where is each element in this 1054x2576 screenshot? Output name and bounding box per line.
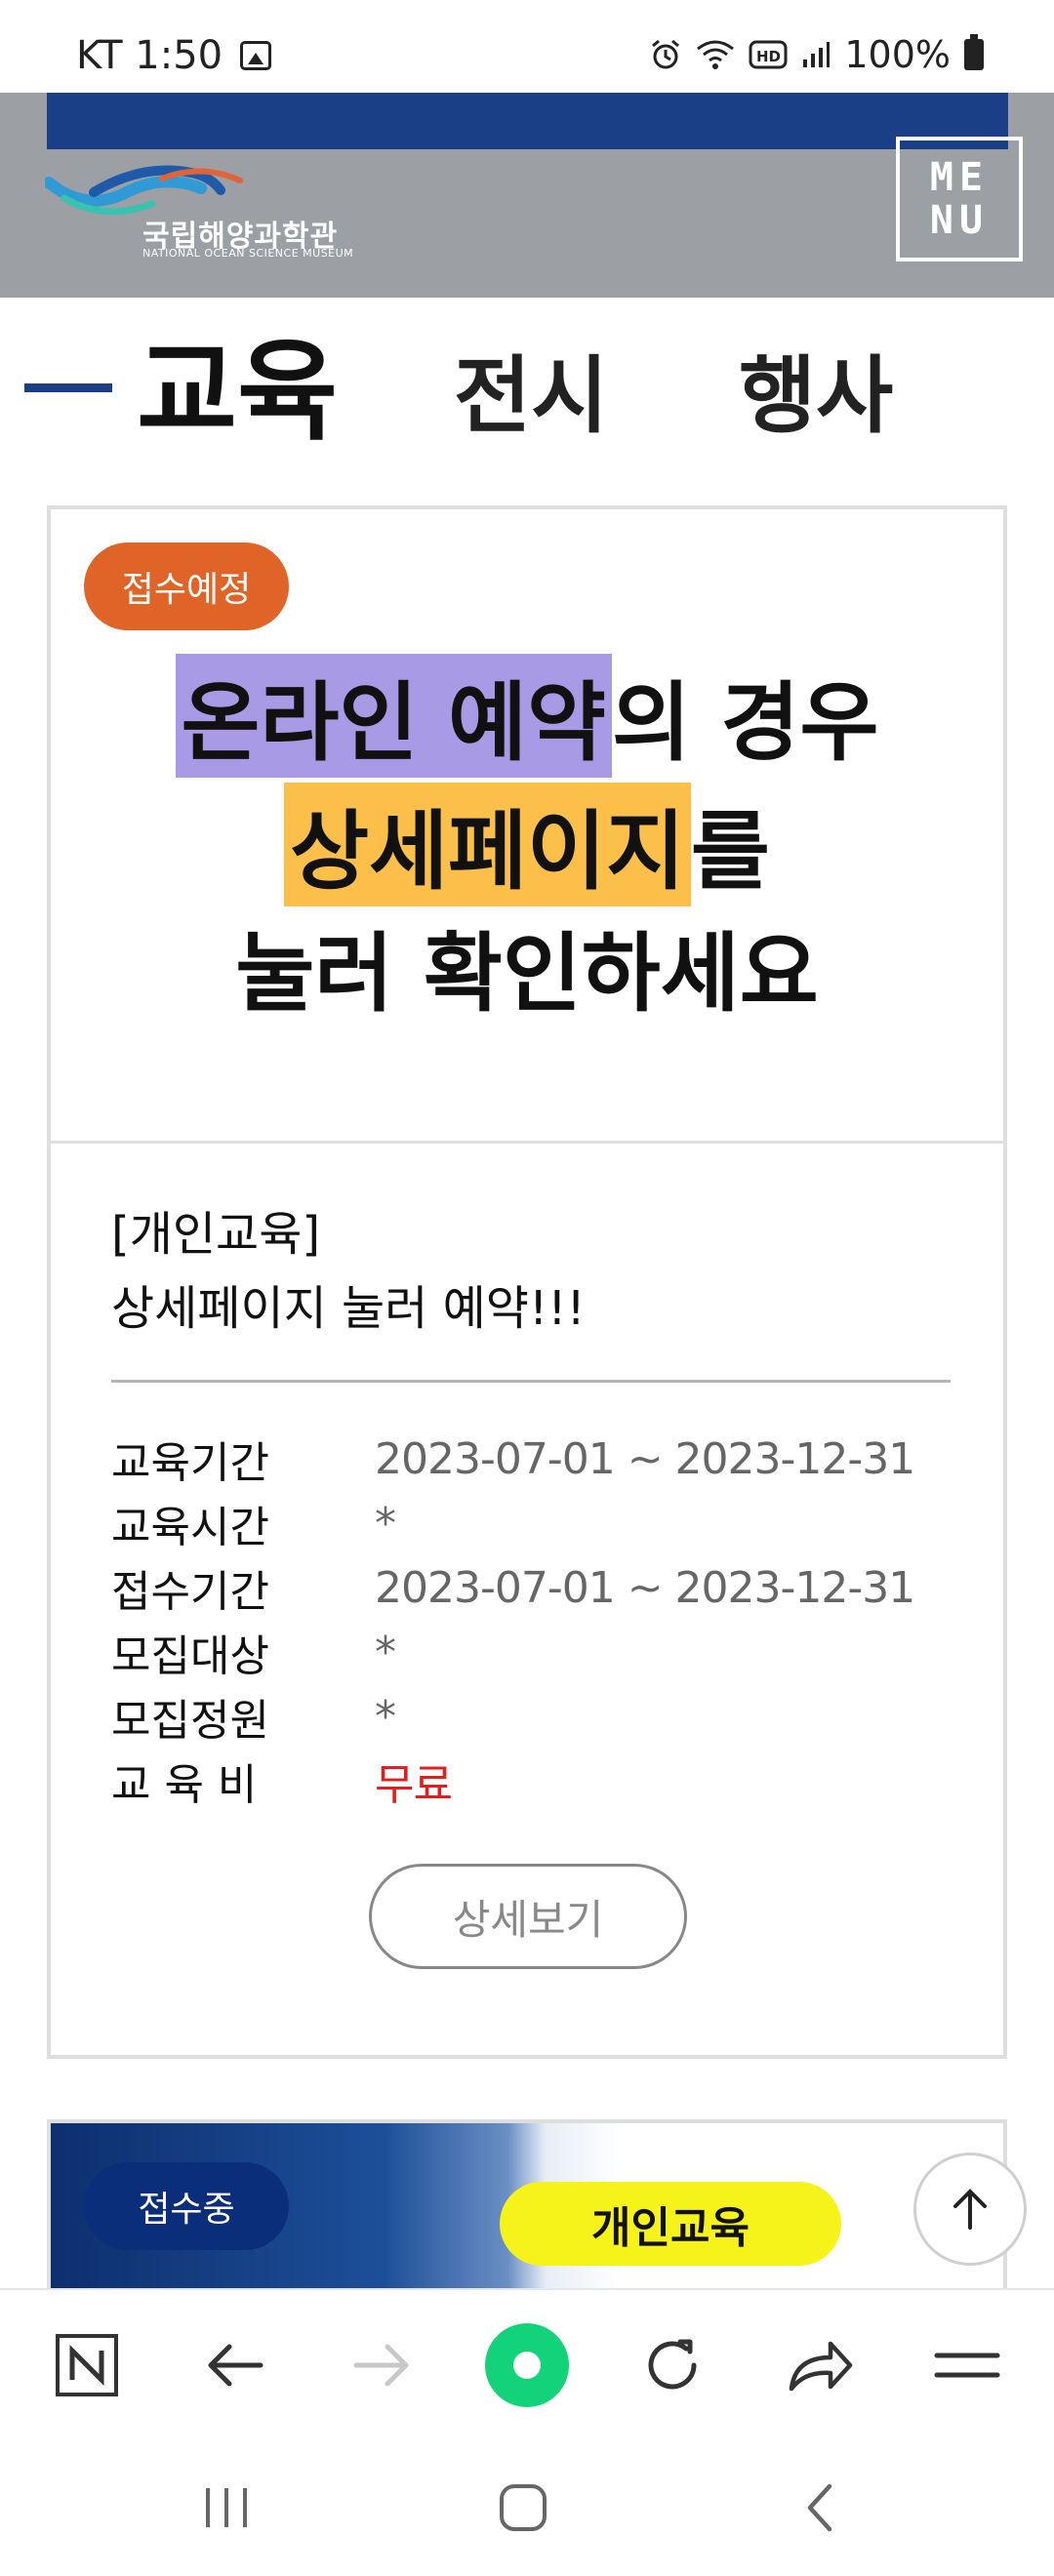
info-value: * <box>375 1498 396 1549</box>
info-label: 교육시간 <box>111 1503 269 1552</box>
menu-label-1: ME <box>929 155 990 200</box>
active-tab-indicator <box>24 383 112 392</box>
menu-button[interactable]: ME NU <box>896 137 1023 262</box>
browser-toolbar <box>0 2288 1054 2439</box>
status-badge: 접수예정 <box>84 543 289 630</box>
home-icon <box>500 2484 547 2531</box>
refresh-button[interactable] <box>628 2321 716 2409</box>
nav-back-button[interactable] <box>781 2469 859 2547</box>
info-value: * <box>375 1691 396 1742</box>
share-icon <box>789 2341 853 2392</box>
system-nav-bar <box>0 2439 1054 2576</box>
status-left: KT 1:50 <box>76 33 272 78</box>
info-value: * <box>375 1627 396 1677</box>
svg-text:HD: HD <box>756 48 781 65</box>
promo-line-1: 온라인 예약의 경우 <box>51 654 1003 778</box>
program-card[interactable]: 접수예정 온라인 예약의 경우 상세페이지를 눌러 확인하세요 [개인교육] 상… <box>47 505 1007 2059</box>
wifi-icon <box>697 40 735 69</box>
info-label: 모집대상 <box>111 1631 269 1681</box>
carrier-time: KT 1:50 <box>76 33 223 78</box>
card-thumbnail[interactable]: 접수예정 온라인 예약의 경우 상세페이지를 눌러 확인하세요 <box>51 509 1003 1144</box>
tab-event[interactable]: 행사 <box>739 327 893 449</box>
tab-education[interactable]: 교육 <box>137 303 338 462</box>
info-row-period: 교육기간 2023-07-01 ~ 2023-12-31 <box>111 1427 951 1491</box>
info-label: 교육기간 <box>111 1438 269 1488</box>
info-row-target: 모집대상 * <box>111 1620 951 1684</box>
menu-hamburger-button[interactable] <box>923 2321 1011 2409</box>
arrow-left-icon <box>208 2344 264 2387</box>
status-right: HD 100% <box>649 33 984 76</box>
signal-icon <box>803 42 831 67</box>
view-details-button[interactable]: 상세보기 <box>369 1864 687 1969</box>
home-button[interactable] <box>484 2469 562 2547</box>
image-icon <box>240 41 272 70</box>
program-category: [개인교육] <box>111 1207 321 1262</box>
hamburger-icon <box>934 2353 1000 2378</box>
info-label: 모집정원 <box>111 1696 269 1746</box>
naver-home-button[interactable] <box>43 2321 131 2409</box>
share-button[interactable] <box>776 2321 864 2409</box>
naver-n-icon <box>56 2334 118 2396</box>
recents-button[interactable] <box>187 2469 265 2547</box>
refresh-icon <box>648 2339 697 2390</box>
info-row-time: 교육시간 * <box>111 1491 951 1555</box>
forward-button[interactable] <box>338 2321 426 2409</box>
info-row-application-period: 접수기간 2023-07-01 ~ 2023-12-31 <box>111 1555 951 1620</box>
promo-line-3: 눌러 확인하세요 <box>235 923 819 1024</box>
promo-text-1: 의 경우 <box>611 672 879 773</box>
status-badge-2: 접수중 <box>84 2162 289 2250</box>
recents-icon <box>206 2488 247 2527</box>
info-label: 접수기간 <box>111 1567 269 1617</box>
program-info-list: 교육기간 2023-07-01 ~ 2023-12-31 교육시간 * 접수기간… <box>111 1427 951 1813</box>
status-bar: KT 1:50 HD 100% <box>0 0 1054 93</box>
category-pill: 개인교육 <box>500 2182 841 2266</box>
arrow-up-icon <box>953 2189 987 2230</box>
category-tabs: 교육 전시 행사 <box>0 298 1054 456</box>
green-dot-icon <box>485 2323 569 2407</box>
chevron-left-icon <box>807 2483 832 2532</box>
info-value: 2023-07-01 ~ 2023-12-31 <box>375 1562 915 1613</box>
promo-highlight-2: 상세페이지 <box>284 783 691 906</box>
program-name: 상세페이지 눌러 예약!!! <box>111 1281 586 1336</box>
info-value-fee: 무료 <box>375 1760 453 1810</box>
scroll-to-top-button[interactable] <box>913 2153 1027 2266</box>
menu-label-2: NU <box>929 198 990 243</box>
promo-line-2: 상세페이지를 <box>51 783 1003 906</box>
back-button[interactable] <box>191 2321 279 2409</box>
info-row-capacity: 모집정원 * <box>111 1684 951 1749</box>
green-dot-button[interactable] <box>483 2321 571 2409</box>
promo-highlight-1: 온라인 예약 <box>175 654 612 778</box>
site-header: 국립해양과학관 NATIONAL OCEAN SCIENCE MUSEUM ME… <box>0 93 1054 298</box>
battery-text: 100% <box>844 33 951 76</box>
battery-icon <box>964 34 984 70</box>
program-title[interactable]: [개인교육] 상세페이지 눌러 예약!!! <box>111 1197 586 1346</box>
info-row-fee: 교 육 비 무료 <box>111 1749 951 1813</box>
arrow-right-icon <box>353 2344 409 2387</box>
tab-exhibition[interactable]: 전시 <box>454 327 608 449</box>
alarm-icon <box>652 39 680 69</box>
logo-subtext: NATIONAL OCEAN SCIENCE MUSEUM <box>142 247 354 260</box>
info-value: 2023-07-01 ~ 2023-12-31 <box>375 1433 915 1484</box>
hd-icon: HD <box>749 40 788 69</box>
divider <box>111 1380 951 1383</box>
info-label: 교 육 비 <box>111 1760 258 1810</box>
promo-text-2: 를 <box>690 801 770 902</box>
